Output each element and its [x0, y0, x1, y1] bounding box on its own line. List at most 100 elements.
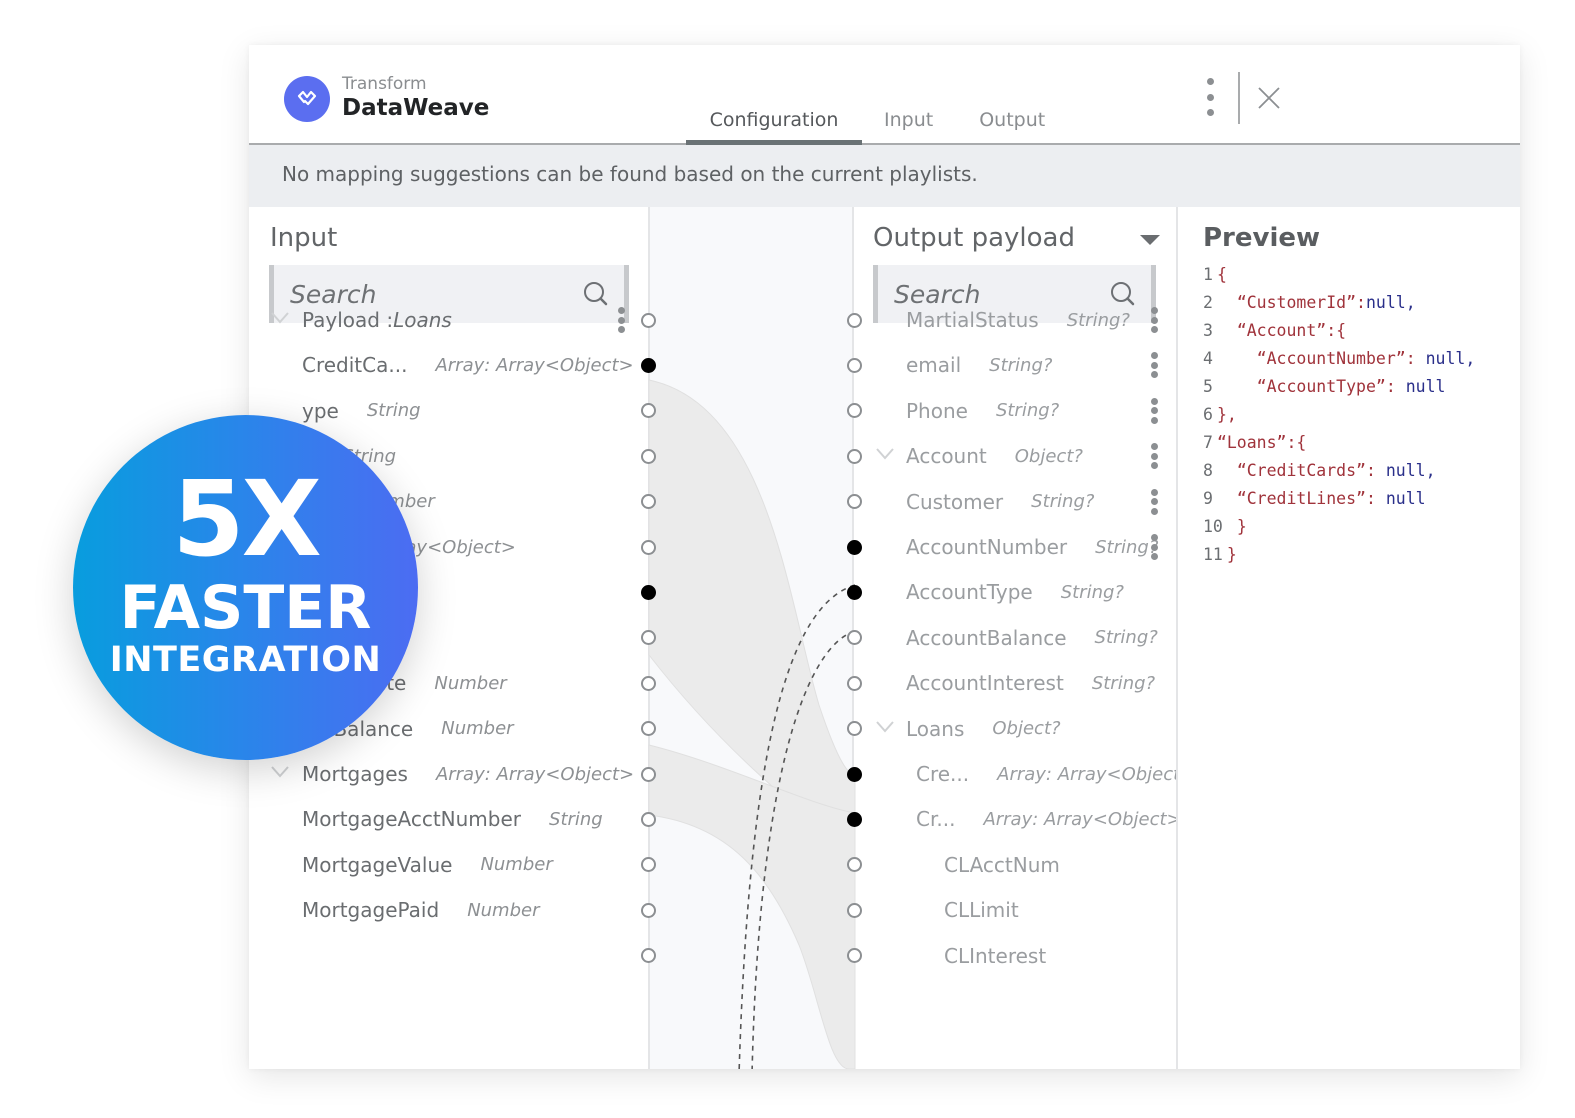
field-name: AccountNumber [906, 535, 1068, 559]
input-connector[interactable] [640, 357, 656, 373]
payload-type: Loans [393, 308, 452, 332]
json-punctuation: } [1236, 517, 1247, 536]
output-connector[interactable] [846, 857, 862, 873]
input-connector[interactable] [640, 403, 656, 419]
input-connector[interactable] [640, 857, 656, 873]
output-tree-row[interactable]: CLLimit [944, 895, 1019, 925]
field-name: MartialStatus [906, 308, 1039, 332]
output-connector[interactable] [846, 630, 862, 646]
output-tree-row[interactable]: CLAcctNum [944, 850, 1060, 880]
output-connector[interactable] [846, 584, 862, 600]
chevron-down-icon[interactable] [876, 448, 894, 460]
chevron-down-icon[interactable] [271, 312, 289, 324]
tab-output[interactable]: Output [979, 105, 1045, 145]
json-key: “CreditLines”: [1236, 489, 1386, 508]
output-tree-row[interactable]: AccountNumber String? [906, 532, 1158, 562]
field-type: String? [989, 354, 1053, 376]
input-connector[interactable] [640, 539, 656, 555]
tab-configuration[interactable]: Configuration [686, 105, 862, 147]
output-connector[interactable] [846, 766, 862, 782]
output-connector[interactable] [846, 403, 862, 419]
output-tree-row[interactable]: Account Object? [906, 441, 1083, 471]
chevron-down-icon[interactable] [271, 766, 289, 778]
chevron-down-icon[interactable] [876, 720, 894, 733]
output-connector[interactable] [846, 721, 862, 737]
output-tree-row[interactable]: email String? [906, 350, 1052, 380]
input-tree-row[interactable]: Mortgages Array: Array<Object> [302, 759, 634, 789]
json-null-value: null [1405, 377, 1446, 396]
tab-input[interactable]: Input [884, 105, 933, 145]
output-connector[interactable] [846, 494, 862, 510]
output-tree-row[interactable]: Loans Object? [906, 714, 1061, 744]
close-icon[interactable] [1256, 85, 1282, 111]
row-options-icon[interactable] [617, 307, 625, 333]
output-connector[interactable] [846, 902, 862, 918]
output-tree-row[interactable]: AccountInterest String? [906, 668, 1155, 698]
input-tree-row[interactable]: Payload : Loans [302, 305, 452, 335]
output-connector[interactable] [846, 448, 862, 464]
preview-code: 1{2 “CustomerId”: null, 3 “Account”:{4 “Ac… [1203, 265, 1475, 573]
row-options-icon[interactable] [1150, 488, 1158, 515]
field-type: String? [1060, 581, 1124, 603]
output-tree-row[interactable]: AccountType String? [906, 577, 1124, 607]
output-connector[interactable] [846, 811, 862, 827]
input-tree-row[interactable]: MortgageValue Number [302, 850, 553, 880]
row-options-icon[interactable] [1150, 534, 1158, 560]
field-name: email [906, 353, 962, 378]
output-connector[interactable] [846, 312, 862, 328]
preview-panel: Preview 1{2 “CustomerId”: null, 3 “Account… [1176, 207, 1520, 1069]
field-type: String [366, 400, 421, 422]
dialog-header: Transform DataWeave Configuration Input … [249, 45, 1520, 147]
field-type: Number [441, 718, 514, 740]
input-tree-row[interactable]: CreditCa... Array: Array<Object> [302, 350, 634, 380]
mapping-canvas [648, 207, 854, 1069]
output-tree-row[interactable]: CLInterest [944, 941, 1046, 971]
code-line: 5 “AccountType”: null [1203, 377, 1475, 405]
input-connector[interactable] [640, 448, 656, 464]
field-name: CreditCa... [302, 353, 408, 378]
input-connector[interactable] [640, 494, 656, 510]
input-connector[interactable] [640, 630, 656, 646]
dataweave-transform-dialog: Transform DataWeave Configuration Input … [249, 45, 1520, 1069]
output-connector[interactable] [846, 948, 862, 964]
input-connector[interactable] [640, 766, 656, 782]
input-tree-row[interactable]: ype String [302, 396, 421, 426]
input-connector[interactable] [640, 811, 656, 827]
field-name: MortgagePaid [302, 898, 440, 923]
input-panel-title: Input [270, 223, 338, 253]
search-icon[interactable] [1110, 281, 1136, 307]
output-tree-row[interactable]: Customer String? [906, 487, 1094, 517]
input-connector[interactable] [640, 675, 656, 691]
output-connector[interactable] [846, 675, 862, 691]
output-tree-row[interactable]: Cre... Array: Array<Object> [916, 759, 1195, 789]
field-name: Payload : [302, 308, 394, 332]
input-connector[interactable] [640, 902, 656, 918]
output-tree-row[interactable]: MartialStatus String? [906, 305, 1130, 335]
row-options-icon[interactable] [1150, 307, 1158, 333]
input-connector[interactable] [640, 312, 656, 328]
input-connector[interactable] [640, 721, 656, 737]
input-connector[interactable] [640, 584, 656, 600]
output-tree-row[interactable]: Phone String? [906, 396, 1059, 426]
output-connector[interactable] [846, 357, 862, 373]
header-divider [1238, 72, 1240, 124]
input-tree-row[interactable]: MortgageAcctNumber String [302, 804, 603, 834]
output-connector[interactable] [846, 539, 862, 555]
input-connector[interactable] [640, 948, 656, 964]
search-icon[interactable] [583, 281, 609, 307]
more-options-icon[interactable] [1204, 78, 1216, 116]
output-tree-row[interactable]: Cr... Array: Array<Object> [916, 804, 1182, 834]
field-type: String? [1091, 672, 1156, 694]
row-options-icon[interactable] [1150, 352, 1158, 379]
row-options-icon[interactable] [1150, 443, 1158, 470]
input-tree-row[interactable]: MortgagePaid Number [302, 895, 540, 925]
output-tree-row[interactable]: AccountBalance String? [906, 623, 1158, 653]
field-type: String? [1031, 491, 1095, 513]
json-key: “CustomerId”: [1236, 293, 1366, 312]
output-dropdown-icon[interactable] [1140, 235, 1160, 245]
line-number: 3 [1203, 321, 1213, 340]
row-options-icon[interactable] [1150, 397, 1158, 424]
